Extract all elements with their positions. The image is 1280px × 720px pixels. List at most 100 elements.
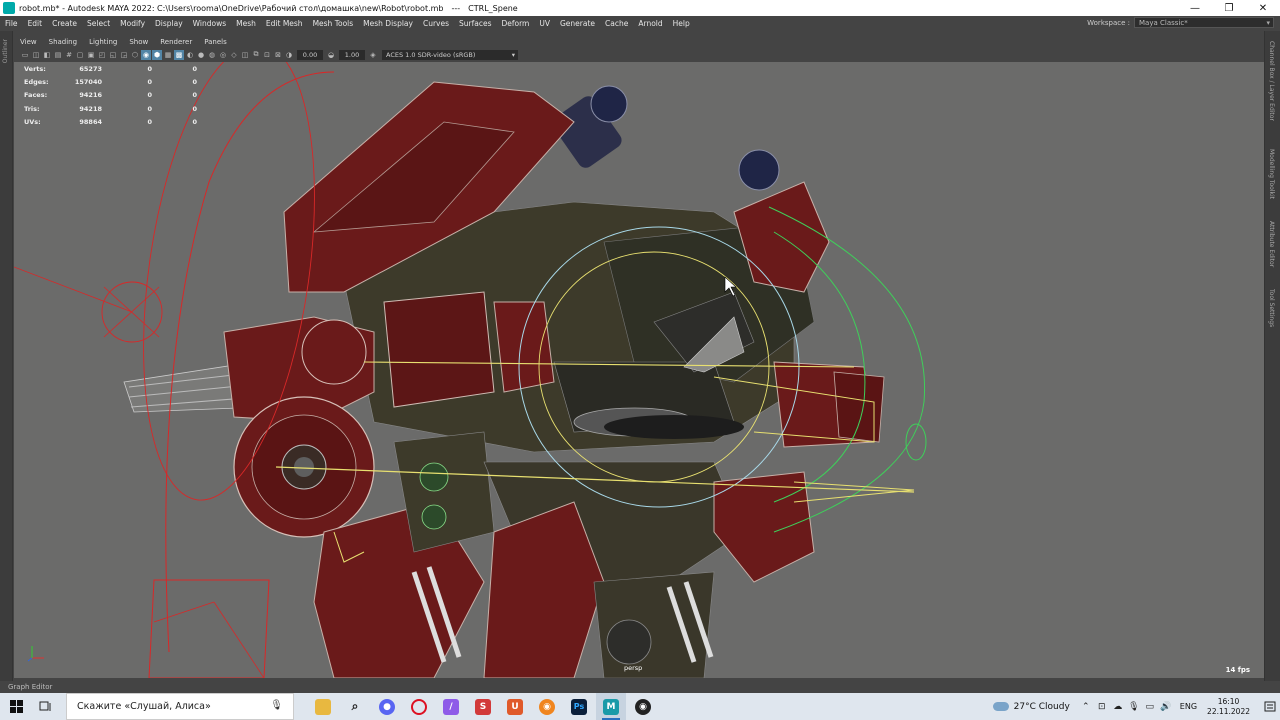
tray-chevron-icon[interactable]: ⌃	[1078, 702, 1094, 712]
menu-mesh-display[interactable]: Mesh Display	[358, 19, 418, 28]
obs-app[interactable]: ◉	[628, 693, 658, 720]
menu-mesh[interactable]: Mesh	[231, 19, 261, 28]
network-icon[interactable]: ▭	[1142, 702, 1158, 712]
workspace-dropdown[interactable]: Maya Classic*	[1134, 17, 1274, 28]
depth-of-field-icon[interactable]: ◇	[229, 50, 239, 60]
menu-surfaces[interactable]: Surfaces	[454, 19, 496, 28]
xray-joints-icon[interactable]: ⊡	[262, 50, 272, 60]
modelling-toolkit-tab[interactable]: Modelling Toolkit	[1268, 149, 1275, 199]
anti-aliasing-icon[interactable]: ◎	[218, 50, 228, 60]
language-indicator[interactable]: ENG	[1180, 702, 1197, 711]
wireframe-icon[interactable]: ⬡	[130, 50, 140, 60]
window-title: robot.mb* - Autodesk MAYA 2022: C:\Users…	[19, 3, 444, 13]
maya-app[interactable]: M	[596, 693, 626, 720]
camera-attributes-icon[interactable]: ◫	[31, 50, 41, 60]
window-titlebar: robot.mb* - Autodesk MAYA 2022: C:\Users…	[0, 0, 1280, 16]
perspective-viewport[interactable]: Verts: 65273 0 0 Edges: 157040 0 0 Faces: 94216…	[14, 62, 1264, 678]
feather-app[interactable]: /	[436, 693, 466, 720]
weather-widget[interactable]: 27°C Cloudy	[992, 701, 1070, 712]
menu-curves[interactable]: Curves	[418, 19, 454, 28]
substance-icon: S	[475, 698, 491, 715]
attribute-editor-tab[interactable]: Attribute Editor	[1268, 221, 1275, 267]
film-gate-icon[interactable]: ▢	[75, 50, 85, 60]
task-view-icon[interactable]	[32, 701, 58, 712]
menu-cache[interactable]: Cache	[600, 19, 633, 28]
substance-app[interactable]: S	[468, 693, 498, 720]
menu-uv[interactable]: UV	[534, 19, 555, 28]
channel-box-tab[interactable]: Channel Box / Layer Editor	[1268, 41, 1275, 121]
menu-file[interactable]: File	[0, 19, 23, 28]
close-button[interactable]: ✕	[1246, 0, 1280, 16]
photoshop-icon: Ps	[571, 698, 587, 715]
red-app[interactable]: U	[500, 693, 530, 720]
motion-blur-icon[interactable]: ◍	[207, 50, 217, 60]
usb-icon[interactable]: ⊡	[1094, 702, 1110, 712]
notifications-icon[interactable]	[1260, 693, 1280, 720]
microphone-icon[interactable]: 🎙	[270, 700, 283, 711]
image-plane-icon[interactable]: ▤	[53, 50, 63, 60]
wireframe-on-shaded-icon[interactable]: ⬢	[152, 49, 162, 60]
windows-start-button[interactable]	[0, 693, 32, 720]
panel-menu-lighting[interactable]: Lighting	[83, 38, 123, 46]
taskbar-search-box[interactable]: Скажите «Слушай, Алиса» 🎙	[66, 693, 294, 720]
opera-app[interactable]	[404, 693, 434, 720]
panel-menu-panels[interactable]: Panels	[198, 38, 233, 46]
tray-mic-icon[interactable]: 🎙	[1126, 702, 1142, 712]
bookmark-icon[interactable]: ◧	[42, 50, 52, 60]
camera-select-icon[interactable]: ▭	[20, 50, 30, 60]
panel-menu-show[interactable]: Show	[123, 38, 154, 46]
search-app[interactable]: ⌕	[340, 693, 370, 720]
minimize-button[interactable]: —	[1178, 0, 1212, 16]
menu-mesh-tools[interactable]: Mesh Tools	[308, 19, 359, 28]
menu-generate[interactable]: Generate	[555, 19, 600, 28]
menu-deform[interactable]: Deform	[496, 19, 534, 28]
menu-windows[interactable]: Windows	[188, 19, 231, 28]
menu-help[interactable]: Help	[668, 19, 695, 28]
isolate-select-icon[interactable]: ◫	[240, 50, 250, 60]
file-explorer-app[interactable]	[308, 693, 338, 720]
ammo-box	[383, 291, 495, 408]
safe-action-icon[interactable]: ◲	[119, 50, 129, 60]
menu-create[interactable]: Create	[47, 19, 82, 28]
gate-mask-icon[interactable]: ◰	[97, 50, 107, 60]
blender-app[interactable]: ◉	[532, 693, 562, 720]
discord-app[interactable]: ●	[372, 693, 402, 720]
gamma-field[interactable]: 1.00	[339, 49, 365, 60]
robot-scene-render	[14, 62, 927, 678]
clock[interactable]: 16:10 22.11.2022	[1207, 697, 1250, 717]
shadows-icon[interactable]: ◐	[185, 50, 195, 60]
volume-icon[interactable]: 🔊	[1158, 702, 1174, 712]
ambient-occlusion-icon[interactable]: ●	[196, 50, 206, 60]
view-transform-dropdown[interactable]: ACES 1.0 SDR-video (sRGB)	[382, 49, 518, 60]
exposure-field[interactable]: 0.00	[297, 49, 323, 60]
color-management-icon[interactable]: ◈	[368, 50, 378, 60]
textured-icon[interactable]: ▦	[163, 50, 173, 60]
menu-select[interactable]: Select	[82, 19, 115, 28]
hud-row-verts: Verts: 65273 0 0	[24, 64, 197, 73]
field-chart-icon[interactable]: ◱	[108, 50, 118, 60]
menu-arnold[interactable]: Arnold	[633, 19, 667, 28]
resolution-gate-icon[interactable]: ▣	[86, 50, 96, 60]
tool-settings-tab[interactable]: Tool Settings	[1268, 289, 1275, 327]
restore-button[interactable]: ❐	[1212, 0, 1246, 16]
menu-edit[interactable]: Edit	[23, 19, 48, 28]
menu-display[interactable]: Display	[150, 19, 188, 28]
panel-menu-renderer[interactable]: Renderer	[154, 38, 198, 46]
graph-editor-bar[interactable]: Graph Editor	[0, 681, 1280, 693]
panel-menu-view[interactable]: View	[14, 38, 43, 46]
lights-icon[interactable]: ▩	[174, 49, 184, 60]
onedrive-icon[interactable]: ☁	[1110, 702, 1126, 712]
xray-active-icon[interactable]: ⊠	[273, 50, 283, 60]
grid-toggle-icon[interactable]: #	[64, 50, 74, 60]
photoshop-app[interactable]: Ps	[564, 693, 594, 720]
menu-modify[interactable]: Modify	[115, 19, 150, 28]
outliner-strip[interactable]: Outliner	[0, 31, 13, 681]
record-icon: ◉	[635, 698, 651, 715]
weather-text: 27°C Cloudy	[1013, 701, 1070, 712]
smooth-shade-icon[interactable]: ◉	[141, 49, 151, 60]
right-dock-tabs: Channel Box / Layer Editor Modelling Too…	[1264, 31, 1280, 681]
panel-menu-shading[interactable]: Shading	[43, 38, 83, 46]
menu-edit-mesh[interactable]: Edit Mesh	[261, 19, 308, 28]
xray-icon[interactable]: ⧉	[251, 50, 261, 60]
title-separator: ---	[451, 3, 461, 13]
